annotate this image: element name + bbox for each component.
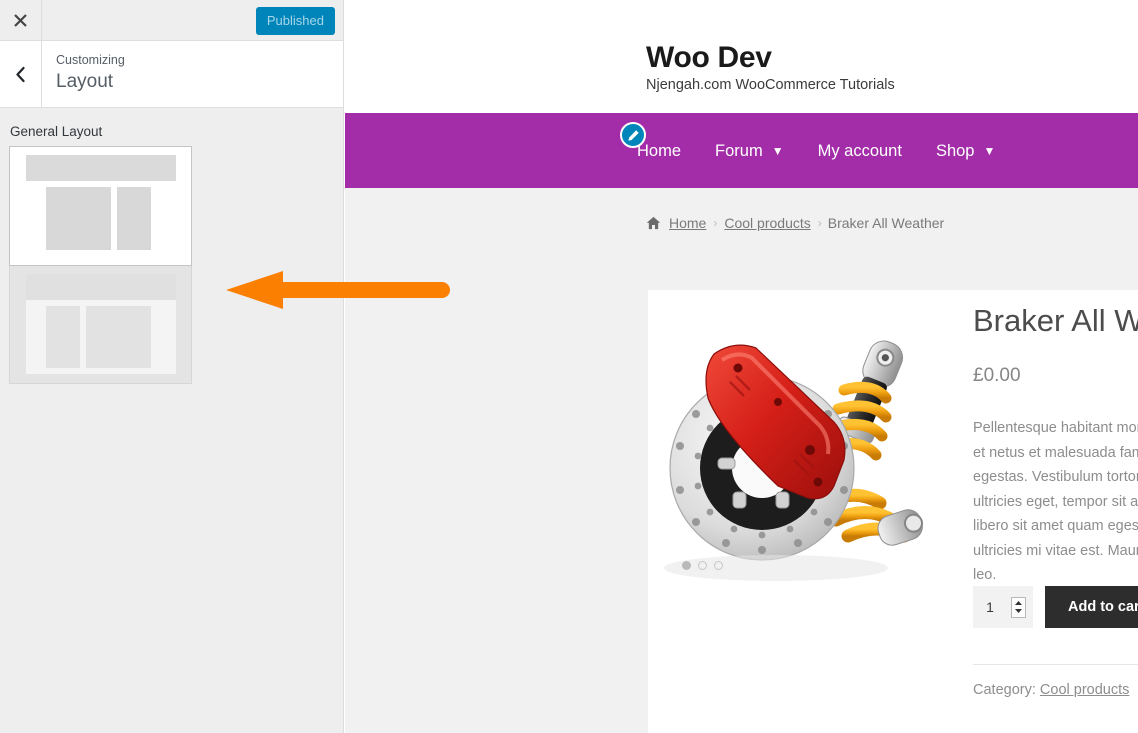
thumb-header-block bbox=[26, 155, 176, 181]
pencil-icon bbox=[627, 129, 639, 141]
quantity-value: 1 bbox=[986, 599, 994, 615]
chevron-left-icon bbox=[16, 66, 25, 82]
site-tagline: Njengah.com WooCommerce Tutorials bbox=[646, 77, 895, 93]
nav-item-forum[interactable]: Forum ▼ bbox=[715, 141, 784, 161]
thumb-sidebar-block bbox=[117, 187, 151, 250]
thumb-content-block bbox=[86, 306, 151, 368]
customizing-eyebrow: Customizing bbox=[56, 53, 125, 67]
site-title: Woo Dev bbox=[646, 41, 772, 74]
nav-label: Shop bbox=[935, 141, 975, 160]
publish-button[interactable]: Published bbox=[255, 7, 335, 35]
spinner-arrows-icon bbox=[1015, 601, 1022, 613]
nav-items: Home Forum ▼ My account Shop ▼ bbox=[345, 113, 1029, 188]
general-layout-label: General Layout bbox=[10, 124, 103, 139]
nav-label: Home bbox=[637, 141, 682, 160]
product-summary: Braker All Weather £0.00 Pellentesque ha… bbox=[973, 302, 1138, 588]
customizer-panel-header: Customizing Layout bbox=[0, 41, 343, 108]
nav-label: Forum bbox=[715, 141, 763, 160]
product-meta: Category: Cool products bbox=[973, 680, 1129, 700]
gallery-dot-3[interactable] bbox=[714, 561, 723, 570]
panel-title: Layout bbox=[56, 71, 114, 92]
product-price: £0.00 bbox=[973, 365, 1021, 386]
add-to-cart-button[interactable]: Add to cart bbox=[1045, 586, 1138, 628]
breadcrumb-link-home[interactable]: Home bbox=[669, 214, 706, 232]
layout-thumbnail-1 bbox=[10, 147, 191, 265]
customizer-sidebar: Published Customizing Layout General Lay… bbox=[0, 0, 344, 733]
close-customizer-button[interactable] bbox=[0, 0, 42, 40]
customizer-topbar: Published bbox=[0, 0, 343, 41]
nav-item-my-account[interactable]: My account bbox=[818, 141, 902, 161]
thumb-sidebar-block bbox=[46, 306, 80, 368]
back-button[interactable] bbox=[0, 41, 42, 107]
breadcrumb-separator: › bbox=[713, 216, 718, 230]
site-preview-pane: Woo Dev Njengah.com WooCommerce Tutorial… bbox=[345, 0, 1138, 733]
chevron-down-icon: ▼ bbox=[983, 143, 996, 158]
site-header: Woo Dev Njengah.com WooCommerce Tutorial… bbox=[345, 0, 1138, 113]
layout-option-sidebar-left[interactable] bbox=[9, 266, 192, 384]
product-gallery[interactable] bbox=[658, 310, 930, 582]
quantity-spinner-icon[interactable] bbox=[1011, 596, 1026, 618]
layout-option-content-left[interactable] bbox=[9, 146, 192, 266]
quantity-stepper[interactable]: 1 bbox=[973, 586, 1033, 628]
nav-label: My account bbox=[817, 141, 902, 160]
product-description: Pellentesque habitant morbi tristique se… bbox=[973, 420, 1138, 583]
layout-options-group bbox=[9, 146, 192, 384]
product-card: Braker All Weather £0.00 Pellentesque ha… bbox=[648, 290, 1138, 733]
edit-shortcut-button[interactable] bbox=[620, 122, 646, 148]
nav-item-shop[interactable]: Shop ▼ bbox=[936, 141, 995, 161]
home-icon bbox=[646, 216, 661, 230]
nav-item-home[interactable]: Home bbox=[637, 141, 681, 161]
breadcrumb-link-cool-products[interactable]: Cool products bbox=[724, 214, 810, 232]
add-to-cart-form: 1 Add to cart bbox=[973, 586, 1138, 628]
breadcrumb-separator: › bbox=[817, 216, 822, 230]
category-label: Category: bbox=[973, 682, 1036, 698]
chevron-down-icon: ▼ bbox=[771, 143, 784, 158]
product-title: Braker All Weather bbox=[973, 303, 1138, 338]
thumb-header-block bbox=[26, 274, 176, 300]
breadcrumb-current: Braker All Weather bbox=[827, 215, 945, 231]
brake-disc-coilover-image bbox=[658, 310, 930, 582]
panel-title-group: Customizing Layout bbox=[56, 52, 125, 94]
gallery-pagination-dots[interactable] bbox=[682, 561, 723, 570]
primary-navigation: Home Forum ▼ My account Shop ▼ bbox=[345, 113, 1138, 188]
customizer-screen: Published Customizing Layout General Lay… bbox=[0, 0, 1138, 733]
breadcrumb: Home › Cool products › Braker All Weathe… bbox=[646, 214, 944, 232]
category-link[interactable]: Cool products bbox=[1040, 682, 1129, 698]
thumb-content-block bbox=[46, 187, 111, 250]
meta-divider bbox=[973, 664, 1138, 665]
close-icon bbox=[14, 13, 27, 27]
layout-thumbnail-2 bbox=[10, 266, 191, 383]
gallery-dot-1[interactable] bbox=[682, 561, 691, 570]
gallery-dot-2[interactable] bbox=[698, 561, 707, 570]
